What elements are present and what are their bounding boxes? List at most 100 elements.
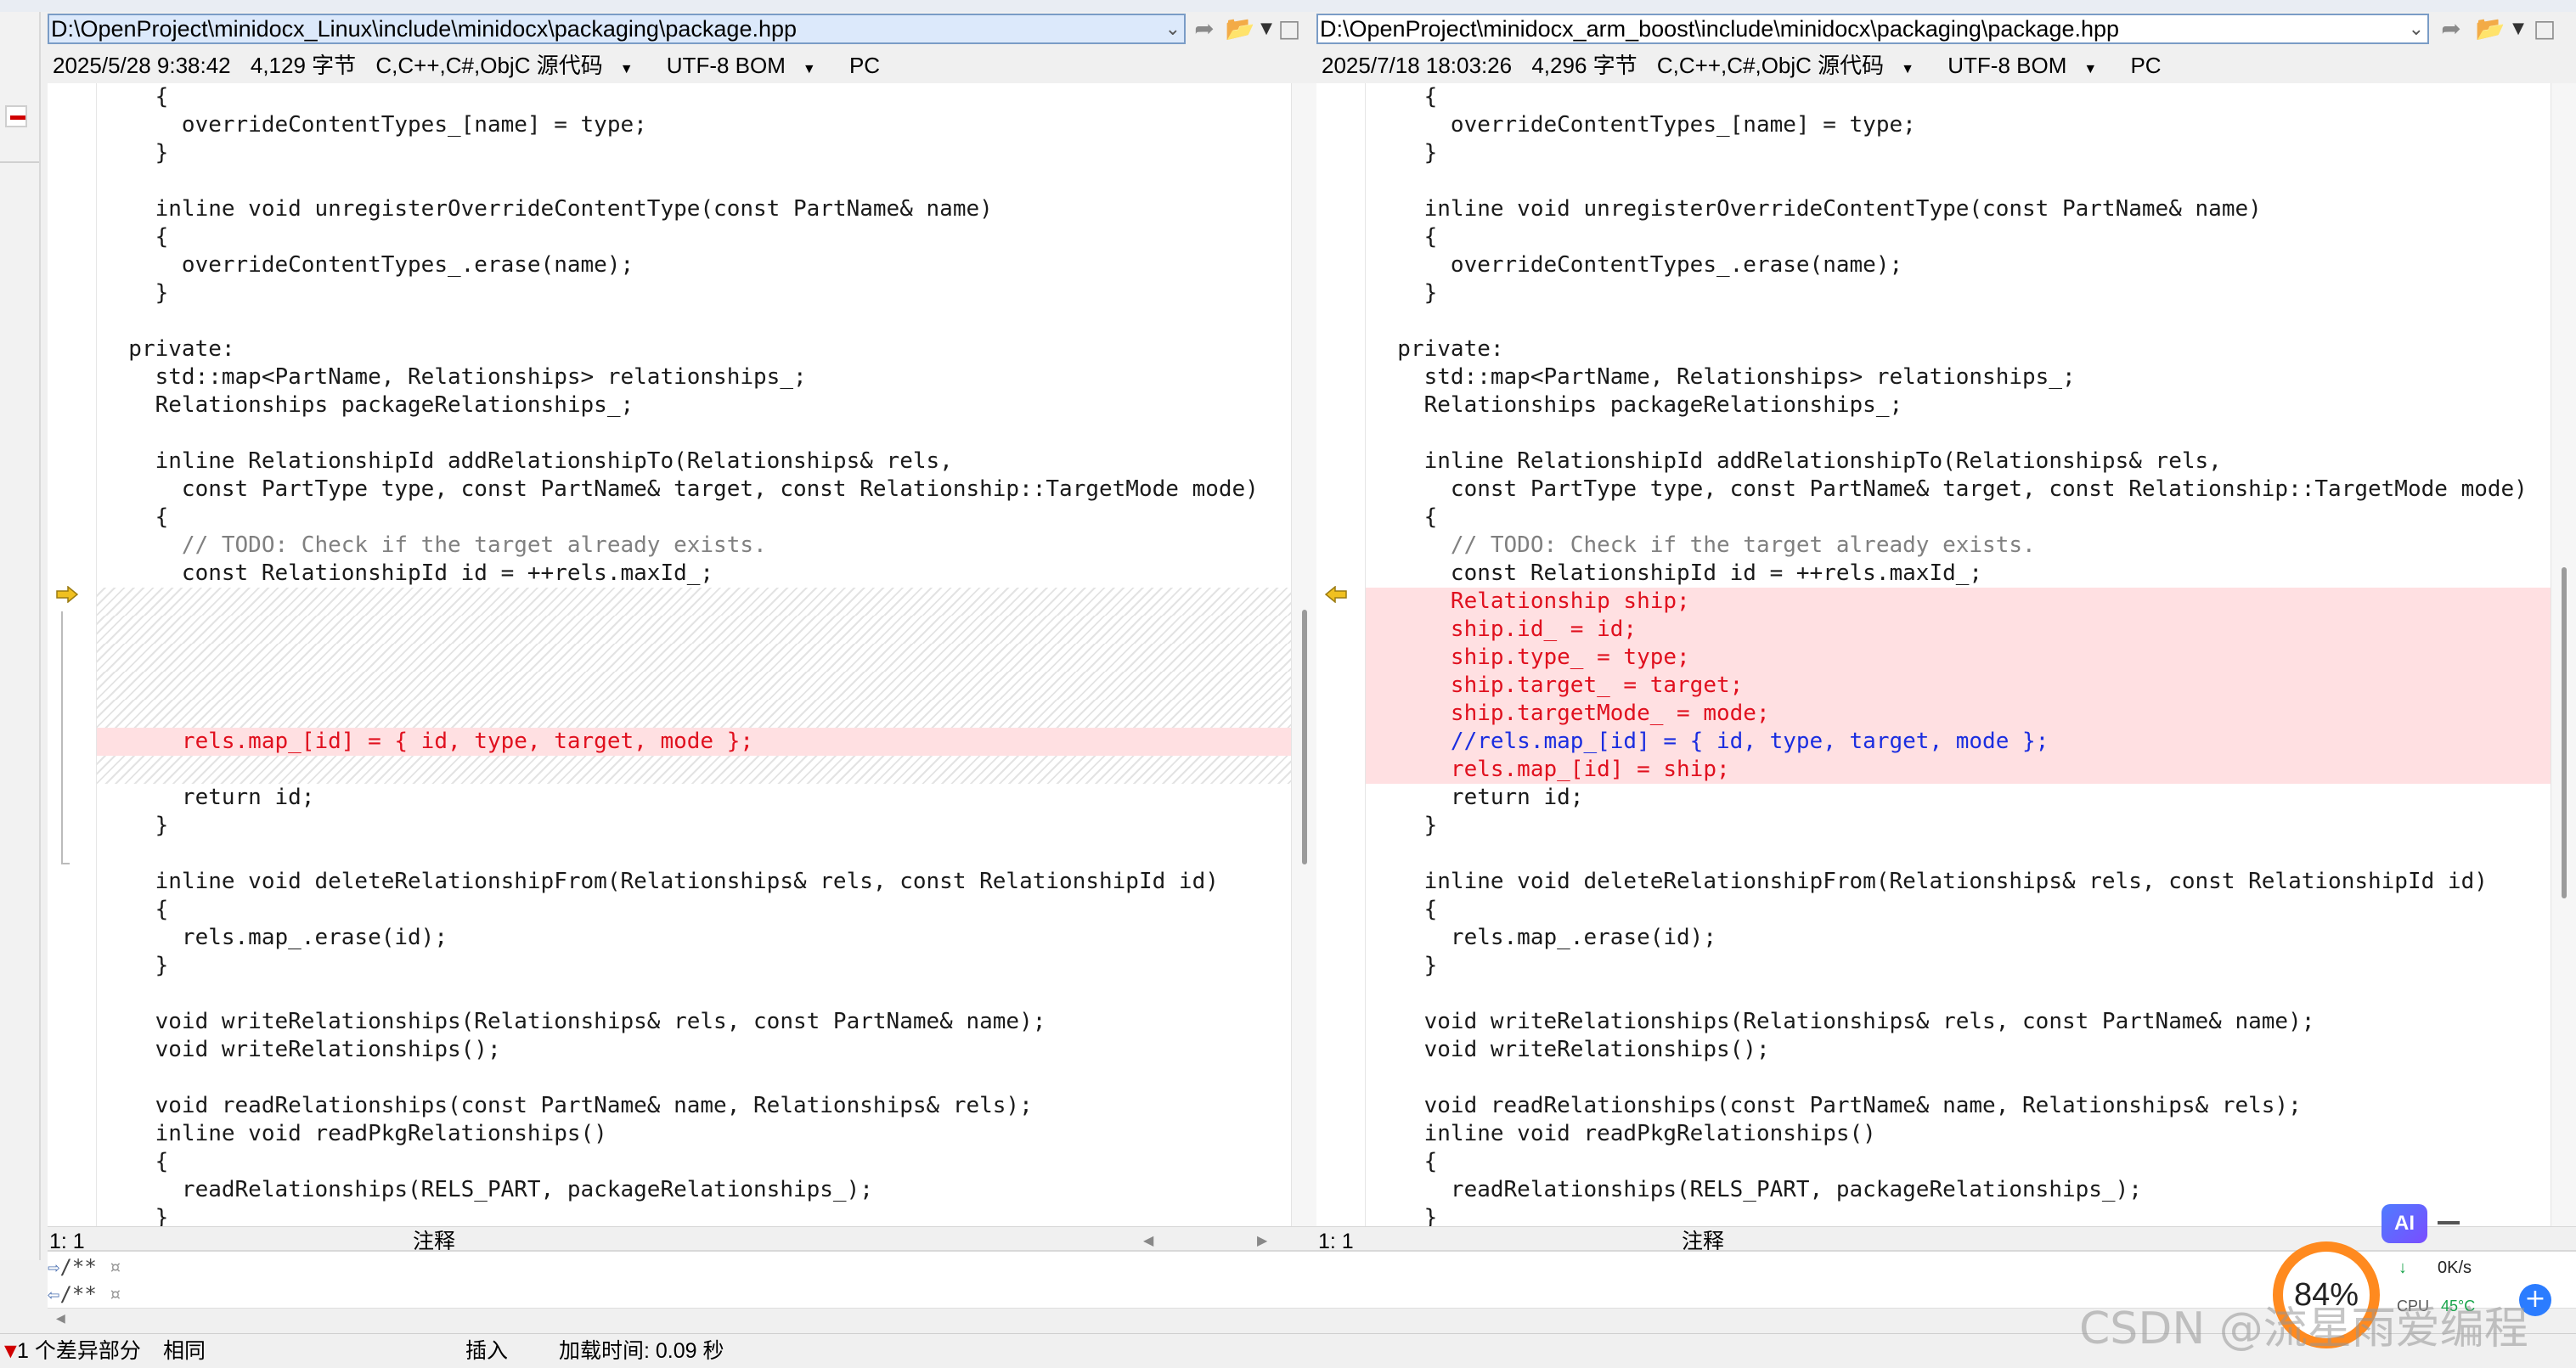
code-line[interactable]	[97, 644, 1291, 672]
code-line[interactable]: return id;	[97, 784, 1291, 812]
open-folder-icon[interactable]: 📂	[2475, 15, 2506, 42]
code-line[interactable]	[1366, 1064, 2551, 1092]
code-line[interactable]: rels.map_.erase(id);	[97, 924, 1291, 952]
left-path-input[interactable]: D:\OpenProject\minidocx_Linux\include\mi…	[48, 14, 1186, 44]
diff-arrow-left-icon[interactable]	[1325, 586, 1347, 603]
code-line[interactable]: ship.target_ = target;	[1366, 672, 2551, 700]
code-line[interactable]: ship.type_ = type;	[1366, 644, 2551, 672]
code-line[interactable]: Relationship ship;	[1366, 588, 2551, 616]
code-line[interactable]	[97, 672, 1291, 700]
dropdown-icon[interactable]: ⌄	[2409, 15, 2424, 42]
code-line[interactable]: void writeRelationships();	[1366, 1036, 2551, 1064]
code-line[interactable]	[97, 307, 1291, 335]
code-line[interactable]: {	[1366, 1148, 2551, 1176]
open-folder-dropdown-icon[interactable]: ▼	[2509, 15, 2528, 42]
code-line[interactable]: return id;	[1366, 784, 2551, 812]
left-scroll-thumb[interactable]	[1302, 610, 1307, 864]
code-line[interactable]: inline void readPkgRelationships()	[1366, 1120, 2551, 1148]
code-line[interactable]	[97, 700, 1291, 728]
code-line[interactable]: }	[1366, 1204, 2551, 1226]
code-line[interactable]: {	[97, 896, 1291, 924]
code-line[interactable]: Relationships packageRelationships_;	[1366, 391, 2551, 419]
code-line[interactable]: {	[1366, 83, 2551, 111]
code-line[interactable]: inline void deleteRelationshipFrom(Relat…	[1366, 868, 2551, 896]
compare-line-left[interactable]: ⇨/** ¤	[48, 1253, 121, 1281]
code-line[interactable]: std::map<PartName, Relationships> relati…	[1366, 363, 2551, 391]
save-icon[interactable]: □	[1274, 15, 1305, 42]
code-line[interactable]: }	[97, 279, 1291, 307]
code-line[interactable]: inline void readPkgRelationships()	[97, 1120, 1291, 1148]
code-line[interactable]	[97, 167, 1291, 195]
code-line[interactable]: overrideContentTypes_.erase(name);	[97, 251, 1291, 279]
left-lineend[interactable]: PC	[849, 53, 880, 78]
ai-assistant-button[interactable]: AI	[2382, 1204, 2427, 1243]
minimize-icon[interactable]	[2438, 1221, 2460, 1224]
code-line[interactable]	[97, 980, 1291, 1008]
code-line[interactable]: void writeRelationships(Relationships& r…	[1366, 1008, 2551, 1036]
code-line[interactable]: overrideContentTypes_.erase(name);	[1366, 251, 2551, 279]
save-icon[interactable]: □	[2529, 15, 2560, 42]
code-line[interactable]: {	[97, 83, 1291, 111]
compare-line-right[interactable]: ⇦/** ¤	[48, 1281, 121, 1308]
left-code-view[interactable]: { overrideContentTypes_[name] = type; } …	[48, 83, 1316, 1226]
left-language-select[interactable]: C,C++,C#,ObjC 源代码 ▼	[375, 53, 646, 78]
code-line[interactable]: void writeRelationships(Relationships& r…	[97, 1008, 1291, 1036]
code-line[interactable]: rels.map_[id] = { id, type, target, mode…	[97, 728, 1291, 756]
code-line[interactable]: }	[97, 139, 1291, 167]
code-line[interactable]: }	[1366, 952, 2551, 980]
code-line[interactable]: {	[1366, 504, 2551, 532]
code-line[interactable]: }	[97, 1204, 1291, 1226]
code-line[interactable]	[97, 588, 1291, 616]
code-line[interactable]: const PartType type, const PartName& tar…	[97, 476, 1291, 504]
code-line[interactable]: }	[1366, 812, 2551, 840]
code-line[interactable]: {	[97, 504, 1291, 532]
diff-arrow-right-icon[interactable]	[56, 586, 78, 603]
code-line[interactable]: void readRelationships(const PartName& n…	[97, 1092, 1291, 1120]
code-line[interactable]: rels.map_[id] = ship;	[1366, 756, 2551, 784]
right-scroll-thumb[interactable]	[2562, 567, 2567, 898]
code-line[interactable]: inline RelationshipId addRelationshipTo(…	[97, 448, 1291, 476]
right-lineend[interactable]: PC	[2130, 53, 2161, 78]
code-line[interactable]: const PartType type, const PartName& tar…	[1366, 476, 2551, 504]
code-line[interactable]: inline void unregisterOverrideContentTyp…	[1366, 195, 2551, 223]
code-line[interactable]	[1366, 167, 2551, 195]
code-line[interactable]	[1366, 419, 2551, 448]
code-line[interactable]: overrideContentTypes_[name] = type;	[97, 111, 1291, 139]
code-line[interactable]: ship.id_ = id;	[1366, 616, 2551, 644]
code-line[interactable]	[1366, 980, 2551, 1008]
code-line[interactable]: const RelationshipId id = ++rels.maxId_;	[97, 560, 1291, 588]
right-path-input[interactable]: D:\OpenProject\minidocx_arm_boost\includ…	[1316, 14, 2429, 44]
code-line[interactable]: private:	[97, 335, 1291, 363]
code-line[interactable]: }	[1366, 279, 2551, 307]
next-file-icon[interactable]: ➦	[1189, 15, 1220, 42]
open-folder-icon[interactable]: 📂	[1225, 15, 1255, 42]
left-vertical-scrollbar[interactable]	[1291, 83, 1316, 1226]
code-line[interactable]	[97, 1064, 1291, 1092]
code-line[interactable]: inline RelationshipId addRelationshipTo(…	[1366, 448, 2551, 476]
code-line[interactable]	[97, 419, 1291, 448]
scroll-left-icon[interactable]: ◀	[56, 1312, 65, 1326]
next-file-icon[interactable]: ➦	[2436, 15, 2466, 42]
code-line[interactable]: inline void unregisterOverrideContentTyp…	[97, 195, 1291, 223]
code-line[interactable]: void readRelationships(const PartName& n…	[1366, 1092, 2551, 1120]
code-line[interactable]: // TODO: Check if the target already exi…	[1366, 532, 2551, 560]
code-line[interactable]: readRelationships(RELS_PART, packageRela…	[97, 1176, 1291, 1204]
code-line[interactable]	[97, 616, 1291, 644]
diff-overview-marker[interactable]	[5, 105, 27, 127]
code-line[interactable]: }	[1366, 139, 2551, 167]
code-line[interactable]: //rels.map_[id] = { id, type, target, mo…	[1366, 728, 2551, 756]
left-overview-gutter[interactable]	[0, 12, 41, 1260]
code-line[interactable]: void writeRelationships();	[97, 1036, 1291, 1064]
code-line[interactable]: std::map<PartName, Relationships> relati…	[97, 363, 1291, 391]
code-line[interactable]: // TODO: Check if the target already exi…	[97, 532, 1291, 560]
dropdown-icon[interactable]: ⌄	[1165, 15, 1181, 42]
code-line[interactable]	[1366, 307, 2551, 335]
code-line[interactable]: readRelationships(RELS_PART, packageRela…	[1366, 1176, 2551, 1204]
code-line[interactable]: {	[1366, 223, 2551, 251]
code-line[interactable]: Relationships packageRelationships_;	[97, 391, 1291, 419]
code-line[interactable]: }	[97, 812, 1291, 840]
code-line[interactable]: inline void deleteRelationshipFrom(Relat…	[97, 868, 1291, 896]
code-line[interactable]: const RelationshipId id = ++rels.maxId_;	[1366, 560, 2551, 588]
code-line[interactable]: {	[1366, 896, 2551, 924]
code-line[interactable]: }	[97, 952, 1291, 980]
